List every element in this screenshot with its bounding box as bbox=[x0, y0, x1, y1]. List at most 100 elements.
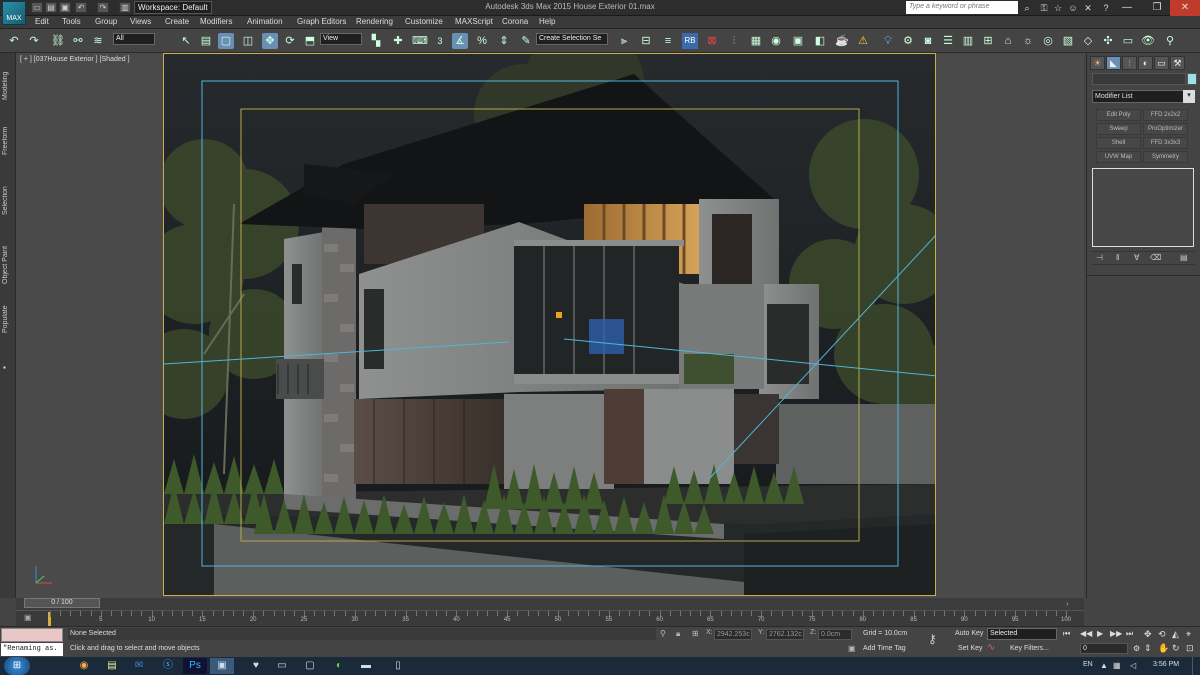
object-name-field[interactable] bbox=[1092, 73, 1186, 85]
modifier-stack-list[interactable] bbox=[1092, 168, 1194, 247]
redo-toolbar-icon[interactable]: ↷ bbox=[26, 33, 42, 49]
camera-viewport[interactable]: [ + ] [037House Exterior ] [Shaded ] bbox=[16, 53, 1084, 598]
modifier-button-edit-poly[interactable]: Edit Poly bbox=[1096, 109, 1141, 121]
make-unique-icon[interactable]: ∀ bbox=[1134, 253, 1139, 262]
tray-arrow-icon[interactable]: ▲ bbox=[1100, 661, 1108, 670]
language-indicator[interactable]: EN bbox=[1083, 661, 1093, 668]
corona-scatter-icon[interactable]: ✣ bbox=[1100, 33, 1116, 49]
set-key-mode-icon[interactable]: ⚷ bbox=[928, 632, 937, 646]
undo-toolbar-icon[interactable]: ↶ bbox=[6, 33, 22, 49]
ribbon-tab-object-paint[interactable]: Object Paint bbox=[2, 230, 14, 300]
modifier-list-dropdown[interactable]: Modifier List bbox=[1092, 90, 1195, 103]
next-frame-icon[interactable]: › bbox=[1066, 599, 1069, 608]
trackbar[interactable]: ▣ 5 10 15 20 25 30 35 40 45 50 55 60 65 70 75 80 85 90 95 1… bbox=[16, 610, 1084, 626]
absolute-mode-icon[interactable]: ⊞ bbox=[692, 629, 699, 638]
auto-key-button[interactable]: Auto Key bbox=[955, 630, 983, 637]
sun-icon[interactable]: ☼ bbox=[1020, 33, 1036, 49]
light-bulb-icon[interactable]: 💡︎ bbox=[880, 33, 896, 49]
menu-item-group[interactable]: Group bbox=[95, 17, 117, 26]
current-frame-field[interactable]: 0 bbox=[1080, 643, 1128, 654]
unlink-icon[interactable]: ⚯ bbox=[70, 33, 86, 49]
eye-icon[interactable]: 👁︎ bbox=[1140, 33, 1156, 49]
menu-item-edit[interactable]: Edit bbox=[35, 17, 49, 26]
selection-filter-dropdown[interactable]: All bbox=[113, 33, 155, 45]
modifier-button-prooptimizer[interactable]: ProOptimizer bbox=[1143, 123, 1188, 135]
schematic-view-icon[interactable]: ▦ bbox=[748, 33, 764, 49]
scene-explorer-icon[interactable]: ⊠ bbox=[704, 33, 720, 49]
time-slider-track[interactable]: 0 / 100 › bbox=[16, 598, 1084, 610]
menu-item-rendering[interactable]: Rendering bbox=[356, 17, 393, 26]
app-taskbar-icon-3[interactable]: ▢ bbox=[298, 658, 322, 674]
field-of-view-icon[interactable]: ◭ bbox=[1172, 629, 1179, 640]
viewport-label[interactable]: [ + ] [037House Exterior ] [Shaded ] bbox=[20, 56, 130, 63]
volume-icon[interactable]: ◁ bbox=[1130, 661, 1136, 670]
walk-through-icon[interactable]: ⌖ bbox=[1186, 629, 1191, 640]
edit-named-selection-icon[interactable]: ✎ bbox=[518, 33, 534, 49]
remove-modifier-icon[interactable]: ⌫ bbox=[1150, 253, 1161, 262]
user-icon[interactable]: ☺ bbox=[1067, 2, 1079, 14]
maxscript-output[interactable]: "Renaming as. bbox=[1, 643, 63, 656]
menu-item-maxscript[interactable]: MAXScript bbox=[455, 17, 493, 26]
maximize-button[interactable]: ❐ bbox=[1142, 0, 1172, 16]
spinner-snap-icon[interactable]: ⇕ bbox=[496, 33, 512, 49]
mirror-icon[interactable]: ⫸ bbox=[616, 33, 632, 49]
roll-icon[interactable]: ↻ bbox=[1172, 643, 1180, 654]
pin-stack-icon[interactable]: ⊣ bbox=[1096, 253, 1103, 262]
warning-icon[interactable]: ⚠ bbox=[855, 33, 871, 49]
isolate-icon[interactable]: ⚲ bbox=[660, 629, 666, 638]
menu-item-graph-editors[interactable]: Graph Editors bbox=[297, 17, 346, 26]
clock[interactable]: 3:56 PM bbox=[1153, 661, 1179, 668]
material-editor-icon[interactable]: ◉ bbox=[768, 33, 784, 49]
render-production-icon[interactable]: ☕ bbox=[834, 33, 850, 49]
select-and-rotate-icon[interactable]: ⟳ bbox=[282, 33, 298, 49]
minimize-button[interactable]: — bbox=[1112, 0, 1142, 16]
reference-coordinate-dropdown[interactable]: View bbox=[320, 33, 362, 45]
menu-item-tools[interactable]: Tools bbox=[62, 17, 81, 26]
hierarchy-tab-icon[interactable]: ⫶ bbox=[1122, 56, 1137, 70]
bind-spacewarp-icon[interactable]: ≋ bbox=[90, 33, 106, 49]
next-frame-button-icon[interactable]: ▶▶ bbox=[1110, 629, 1122, 638]
set-key-button[interactable]: Set Key bbox=[958, 645, 983, 652]
frame-buffer-icon[interactable]: ▥ bbox=[960, 33, 976, 49]
utilities-tab-icon[interactable]: ⚒ bbox=[1170, 56, 1185, 70]
exchange-icon[interactable]: ✕ bbox=[1082, 2, 1094, 14]
redo-icon[interactable]: ↷ bbox=[97, 2, 109, 13]
menu-item-customize[interactable]: Customize bbox=[405, 17, 443, 26]
modifier-button-shell[interactable]: Shell bbox=[1096, 137, 1141, 149]
maximize-viewport-icon[interactable]: ⊡ bbox=[1186, 643, 1194, 654]
go-to-start-icon[interactable]: ⏮ bbox=[1063, 629, 1070, 639]
show-end-result-icon[interactable]: ‖ bbox=[1116, 253, 1119, 262]
hold-icon[interactable]: ▥ bbox=[119, 2, 131, 13]
save-file-icon[interactable]: ▣ bbox=[59, 2, 71, 13]
workspace-dropdown[interactable]: Workspace: Default bbox=[134, 1, 212, 14]
modifier-button-symmetry[interactable]: Symmetry bbox=[1143, 151, 1188, 163]
keyboard-shortcut-icon[interactable]: ⌨ bbox=[412, 33, 428, 49]
show-desktop-button[interactable] bbox=[1192, 657, 1200, 675]
menu-item-animation[interactable]: Animation bbox=[247, 17, 283, 26]
mini-curve-editor-icon[interactable]: ▣ bbox=[24, 613, 32, 622]
pan-view-icon[interactable]: ✥ bbox=[1144, 629, 1152, 640]
link-icon[interactable]: ⛓ bbox=[50, 33, 66, 49]
x-coordinate-field[interactable]: 2942.253c bbox=[714, 629, 752, 640]
binoculars-icon[interactable]: ⌕ bbox=[1021, 2, 1033, 14]
app-taskbar-icon-4[interactable]: ◐ bbox=[327, 658, 351, 674]
ribbon-tab-selection[interactable]: Selection bbox=[2, 176, 14, 226]
ribbon-pin-icon[interactable]: ▪ bbox=[3, 363, 6, 372]
rendered-frame-window-icon[interactable]: ◧ bbox=[812, 33, 828, 49]
skype-taskbar-icon[interactable]: ⓢ bbox=[156, 658, 180, 674]
ribbon-tab-freeform[interactable]: Freeform bbox=[2, 116, 14, 166]
modifier-button-ffd-2x2x2[interactable]: FFD 2x2x2 bbox=[1143, 109, 1188, 121]
undo-icon[interactable]: ↶ bbox=[75, 2, 87, 13]
ribbon-toggle-icon[interactable]: RB bbox=[682, 33, 698, 49]
app-taskbar-icon-1[interactable]: ♥ bbox=[244, 658, 268, 674]
app-taskbar-icon-6[interactable]: ▯ bbox=[386, 658, 410, 674]
key-filters-button[interactable]: Key Filters... bbox=[1010, 645, 1049, 652]
menu-item-create[interactable]: Create bbox=[165, 17, 189, 26]
time-tag-icon[interactable]: ▣ bbox=[848, 644, 856, 653]
house-render-scene[interactable] bbox=[163, 53, 936, 596]
corona-sky-icon[interactable]: ▭ bbox=[1120, 33, 1136, 49]
ribbon-tab-modeling[interactable]: Modeling bbox=[2, 56, 14, 116]
menu-item-modifiers[interactable]: Modifiers bbox=[200, 17, 232, 26]
select-and-scale-icon[interactable]: ⬒ bbox=[302, 33, 318, 49]
selection-lock-icon[interactable]: 🔒︎ bbox=[676, 629, 680, 639]
